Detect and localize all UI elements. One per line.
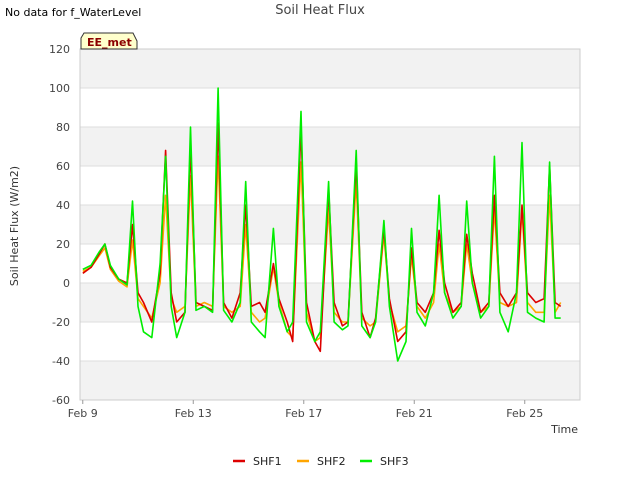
y-tick-label: -60: [52, 394, 70, 407]
grid-band: [80, 127, 580, 166]
x-ticks: Feb 9 Feb 13 Feb 17 Feb 21 Feb 25: [68, 400, 543, 420]
x-tick-label: Feb 17: [285, 407, 322, 420]
grid-band: [80, 361, 580, 400]
x-axis-label: Time: [550, 423, 578, 436]
x-tick-label: Feb 9: [68, 407, 98, 420]
y-tick-label: 0: [63, 277, 70, 290]
x-tick-label: Feb 21: [396, 407, 433, 420]
x-tick-label: Feb 13: [175, 407, 212, 420]
y-tick-label: 60: [56, 160, 70, 173]
legend-label-shf1: SHF1: [253, 455, 282, 468]
ee-badge: EE_met: [80, 32, 138, 50]
y-tick-label: -40: [52, 355, 70, 368]
y-tick-label: 100: [49, 82, 70, 95]
badge-label: EE_met: [87, 36, 132, 49]
y-axis-label: Soil Heat Flux (W/m2): [8, 166, 21, 286]
y-tick-label: 20: [56, 238, 70, 251]
y-tick-label: 40: [56, 199, 70, 212]
legend-label-shf3: SHF3: [380, 455, 409, 468]
chart-svg: -60-40-20020406080100120 Feb 9 Feb 13 Feb …: [8, 32, 581, 468]
grid-band: [80, 49, 580, 88]
grid-band: [80, 322, 580, 361]
legend: SHF1 SHF2 SHF3: [233, 455, 409, 468]
grid-band: [80, 88, 580, 127]
y-tick-label: 80: [56, 121, 70, 134]
x-tick-label: Feb 25: [506, 407, 543, 420]
y-tick-label: 120: [49, 43, 70, 56]
y-tick-label: -20: [52, 316, 70, 329]
y-ticks: -60 -40 -20 0 20 40 60 80 100 120: [49, 43, 70, 407]
legend-label-shf2: SHF2: [317, 455, 346, 468]
